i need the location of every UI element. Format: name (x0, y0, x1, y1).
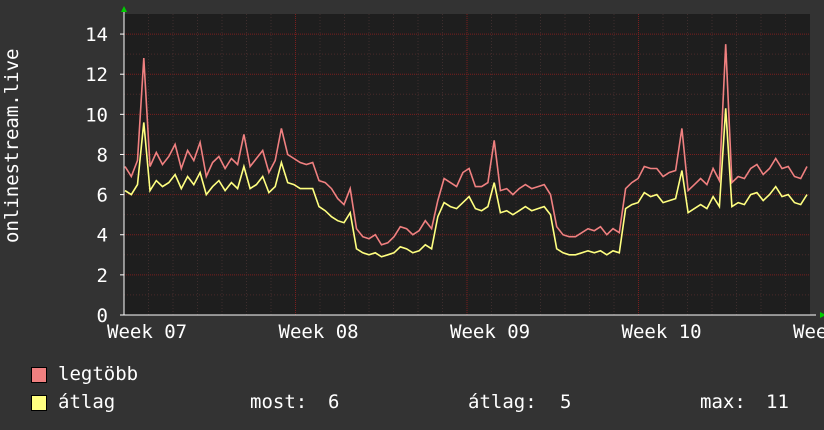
stat-avg-value: 5 (560, 391, 572, 413)
stat-max-value: 11 (766, 391, 789, 413)
y-tick-label: 12 (85, 64, 108, 86)
x-tick-label: Week 08 (279, 321, 359, 340)
y-tick-label: 14 (85, 24, 108, 46)
chart: 02468101214Week 07 Week 08 Week 09 Week 10 W… (85, 6, 824, 340)
y-tick-label: 8 (97, 144, 108, 166)
y-tick-label: 2 (97, 265, 108, 287)
y-tick-label: 10 (85, 104, 108, 126)
x-tick-label: Week 11 (793, 321, 824, 340)
stat-max-label: max: (700, 391, 746, 413)
stat-now-value: 6 (328, 391, 340, 413)
legend-label-avg: átlag (58, 391, 116, 413)
y-tick-label: 4 (97, 225, 108, 247)
x-axis-arrow-icon (820, 312, 824, 318)
stat-now-label: most: (250, 391, 308, 413)
x-tick-label: Week 10 (622, 321, 702, 340)
legend-swatch-max (31, 367, 47, 383)
legend-label-max: legtöbb (58, 363, 139, 385)
y-axis-arrow-icon (121, 6, 127, 12)
y-axis-label: onlinestream.live (1, 48, 23, 243)
x-tick-label: Week 09 (450, 321, 530, 340)
legend-swatch-avg (31, 395, 47, 411)
y-tick-label: 6 (97, 185, 108, 207)
x-tick-label: Week 07 (107, 321, 187, 340)
stat-avg-label: átlag: (468, 391, 537, 413)
